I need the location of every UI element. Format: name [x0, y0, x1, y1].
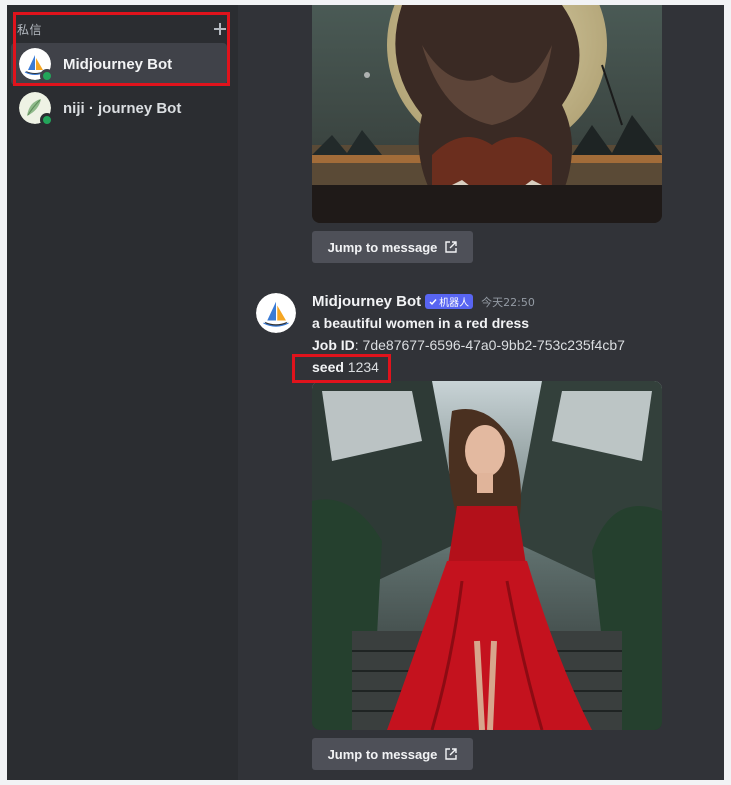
jump-to-message-button[interactable]: Jump to message: [312, 231, 473, 263]
bot-tag-label: 机器人: [439, 298, 470, 309]
dm-item-label: Midjourney Bot: [63, 55, 173, 73]
dm-item-label: niji · journey Bot: [63, 99, 182, 117]
external-link-icon: [445, 748, 458, 760]
job-id-value: : 7de87677-6596-47a0-9bb2-753c235f4cb7: [354, 337, 625, 353]
jump-button-label: Jump to message: [327, 746, 438, 762]
generated-image[interactable]: [312, 381, 662, 730]
dm-sidebar: 私信 Midjourney Bot niji · journey Bot: [7, 5, 238, 780]
external-link-icon: [445, 241, 458, 253]
online-status-dot: [40, 113, 54, 127]
avatar: [19, 92, 54, 127]
bot-tag: 机器人: [425, 294, 474, 309]
message-header: Midjourney Bot 机器人 今天22:50: [312, 293, 535, 310]
seed-value: 1234: [343, 359, 379, 375]
dm-section-label: 私信: [17, 22, 43, 37]
chat-area: Jump to message Midjourney Bot 机器人 今天22:…: [238, 5, 724, 780]
avatar: [19, 48, 54, 83]
plus-icon[interactable]: [213, 22, 227, 36]
red-dress-artwork-image: [312, 381, 662, 730]
jump-button-label: Jump to message: [327, 239, 438, 255]
job-id-line: Job ID: 7de87677-6596-47a0-9bb2-753c235f…: [312, 337, 625, 353]
author-name[interactable]: Midjourney Bot: [312, 293, 421, 310]
job-id-label: Job ID: [312, 337, 355, 353]
prompt-text: a beautiful women in a red dress: [312, 315, 530, 331]
avatar[interactable]: [256, 293, 296, 333]
message-timestamp: 今天22:50: [481, 295, 535, 309]
online-status-dot: [40, 69, 54, 83]
midjourney-avatar-icon: [256, 293, 296, 333]
seed-label: seed: [312, 359, 344, 375]
dm-item-midjourney-bot[interactable]: Midjourney Bot: [11, 43, 227, 85]
dm-section-header: 私信: [17, 19, 227, 39]
jump-to-message-button[interactable]: Jump to message: [312, 738, 473, 770]
wolf-artwork-image: [312, 5, 662, 223]
previous-image[interactable]: [312, 5, 662, 223]
seed-line: seed 1234: [312, 359, 379, 375]
check-icon: [429, 298, 437, 305]
dm-item-niji-journey-bot[interactable]: niji · journey Bot: [11, 87, 227, 129]
